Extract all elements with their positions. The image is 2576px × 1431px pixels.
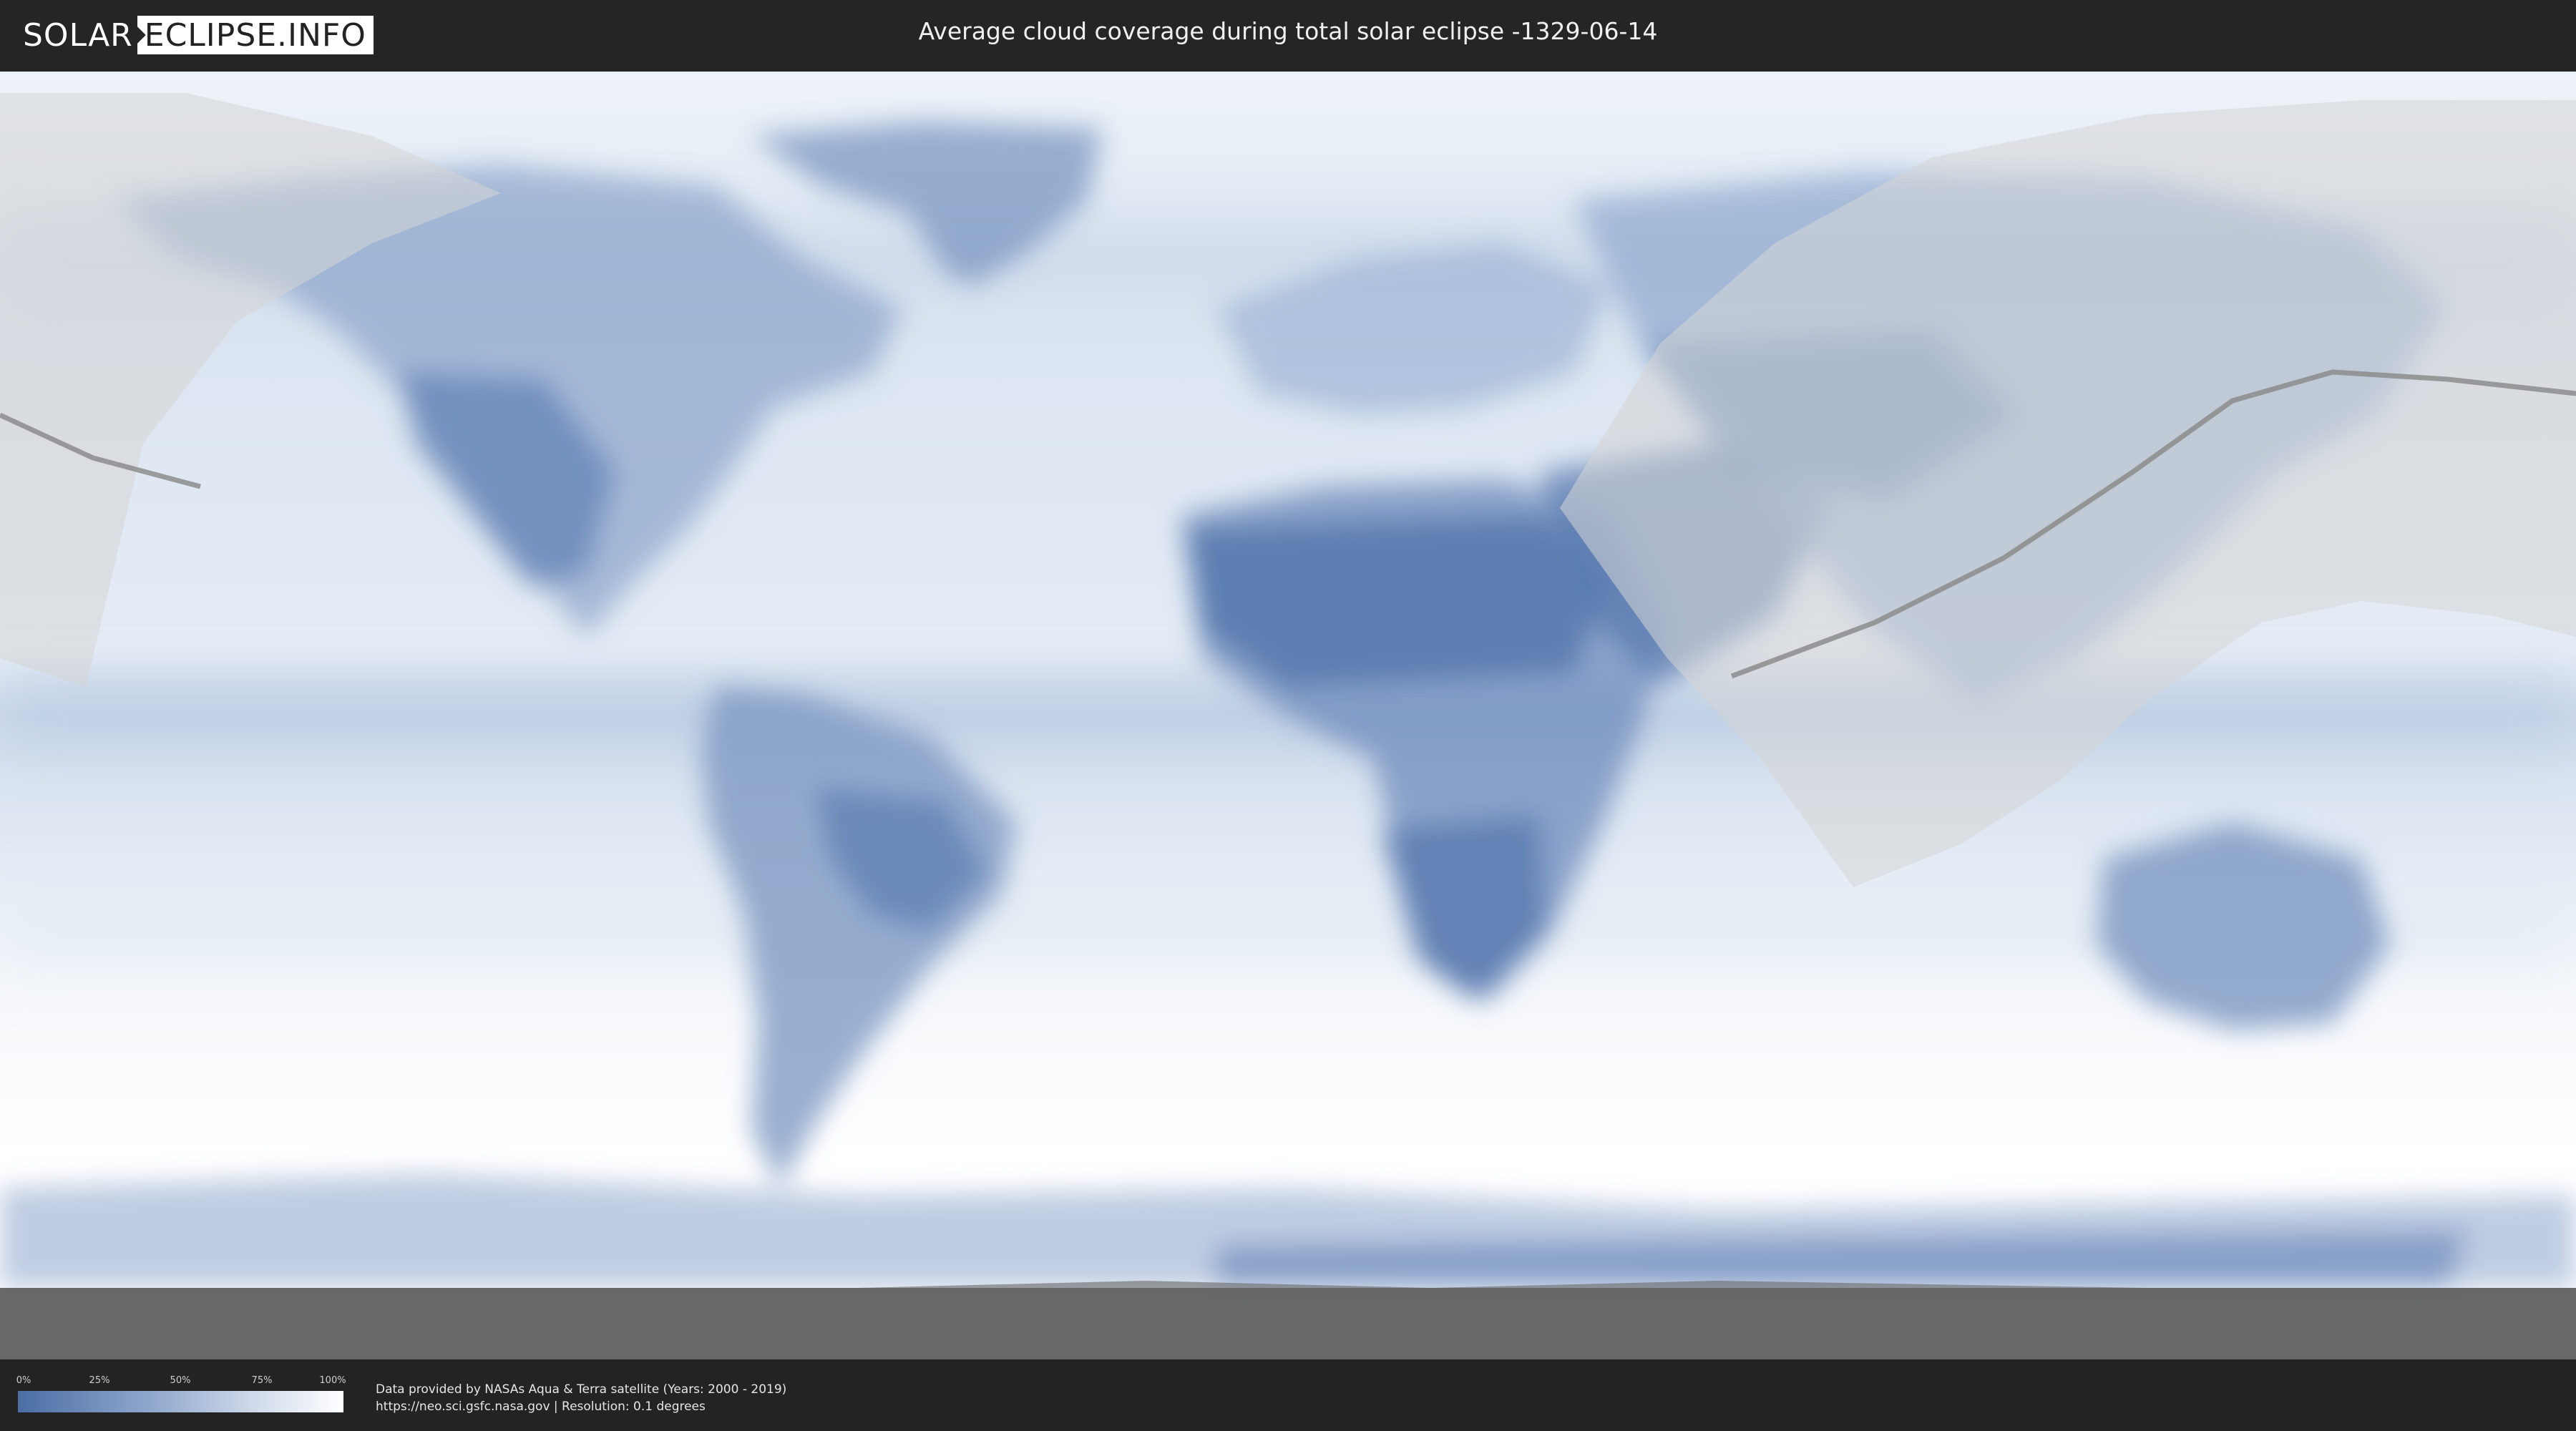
credits-line-2[interactable]: https://neo.sci.gsfc.nasa.gov | Resoluti… [376,1398,786,1415]
cloud-coverage-map[interactable] [0,72,2576,1359]
data-credits: Data provided by NASAs Aqua & Terra sate… [376,1381,786,1415]
legend-ticks: 0% 25% 50% 75% 100% [16,1375,346,1390]
world-map-svg [0,72,2576,1359]
legend-tick-75: 75% [251,1375,273,1386]
legend-color-bar [18,1391,343,1412]
legend-tick-25: 25% [89,1375,110,1386]
credits-line-1: Data provided by NASAs Aqua & Terra sate… [376,1382,787,1397]
header-bar: SOLAR ECLIPSE.INFO Average cloud coverag… [0,0,2576,72]
page-title: Average cloud coverage during total sola… [918,17,1658,45]
legend-tick-50: 50% [170,1375,191,1386]
legend-tick-100: 100% [319,1375,346,1386]
legend-tick-0: 0% [16,1375,31,1386]
footer-bar: 0% 25% 50% 75% 100% Data provided by NAS… [0,1359,2576,1431]
cloud-coverage-legend: 0% 25% 50% 75% 100% [16,1375,346,1412]
